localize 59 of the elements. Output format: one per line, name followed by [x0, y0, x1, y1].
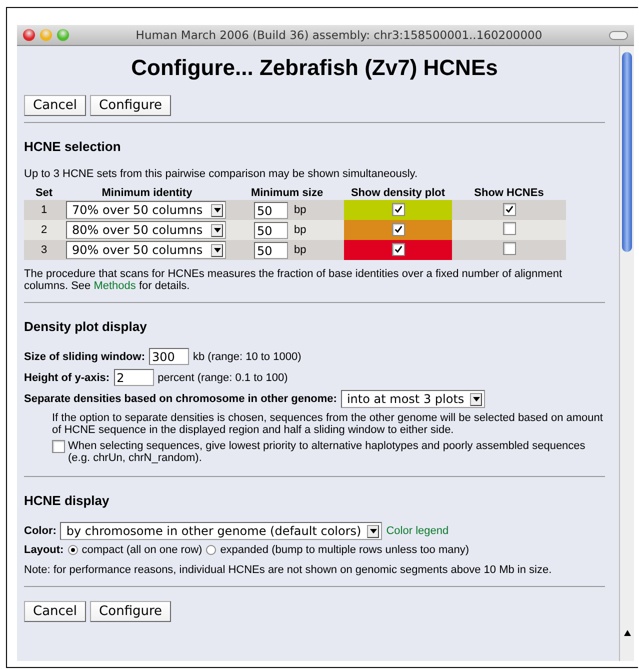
performance-note: Note: for performance reasons, individual HCNEs are not shown on genomic segments above 10 Mb in size.: [24, 564, 553, 576]
configure-button[interactable]: Configure: [90, 601, 172, 622]
field-label: Layout:: [24, 544, 64, 556]
window-title: Human March 2006 (Build 36) assembly: chr3:158500001..160200000: [134, 28, 544, 42]
cancel-button[interactable]: Cancel: [24, 601, 86, 622]
unit-label: bp: [294, 224, 306, 236]
field-label: Height of y-axis:: [24, 372, 110, 384]
column-header: Minimum size: [230, 186, 344, 200]
intro-text: Up to 3 HCNE sets from this pairwise comparison may be shown simultaneously.: [24, 168, 419, 180]
section-heading: HCNE selection: [24, 139, 122, 154]
dropdown[interactable]: 80% over 50 columns: [66, 221, 226, 239]
close-icon[interactable]: [23, 29, 35, 41]
dropdown[interactable]: by chromosome in other genome (default colors): [60, 522, 382, 540]
checkbox[interactable]: [392, 223, 404, 236]
procedure-note: The procedure that scans for HCNEs measures the fraction of base identities over a fixed number of alignment columns. See Methods for details.: [24, 268, 564, 292]
radio-button[interactable]: [206, 545, 216, 555]
toolbar-toggle-icon[interactable]: [609, 30, 628, 40]
section-heading: Density plot display: [24, 319, 148, 334]
section-heading: HCNE display: [24, 493, 110, 508]
dropdown[interactable]: into at most 3 plots: [340, 390, 486, 408]
field-label: Color:: [24, 525, 56, 537]
size-input[interactable]: 50: [254, 222, 288, 238]
range-hint: percent (range: 0.1 to 100): [158, 372, 288, 384]
checkbox[interactable]: [392, 203, 404, 216]
checkbox[interactable]: [502, 203, 516, 216]
field-label: Size of sliding window:: [24, 350, 145, 362]
window-size-input[interactable]: 300: [149, 348, 189, 365]
range-hint: kb (range: 10 to 1000): [193, 350, 302, 362]
checkbox[interactable]: [502, 242, 516, 255]
scroll-thumb[interactable]: [622, 52, 632, 252]
methods-link[interactable]: Methods: [94, 280, 136, 292]
y-axis-input[interactable]: 2: [114, 369, 154, 386]
radio-label: compact (all on one row): [82, 544, 202, 556]
set-number: 3: [24, 240, 64, 260]
checkbox[interactable]: [502, 222, 516, 235]
radio-button[interactable]: [68, 545, 78, 555]
configure-button[interactable]: Configure: [90, 95, 172, 116]
set-number: 1: [24, 200, 64, 220]
set-number: 2: [24, 220, 64, 240]
column-header: Minimum identity: [64, 186, 230, 200]
column-header: Show density plot: [344, 186, 452, 200]
page-heading: Configure... Zebrafish (Zv7) HCNEs: [130, 55, 499, 81]
scrollbar[interactable]: [619, 46, 634, 661]
checkbox[interactable]: [392, 243, 404, 256]
checkbox-label: When selecting sequences, give lowest priority to alternative haplotypes and poorly assembled sequences (e.g. chrUn, chrN_random).: [68, 440, 586, 464]
column-header: Show HCNEs: [452, 186, 566, 200]
explanation-text: If the option to separate densities is chosen, sequences from the other genome will be selected based on amount of HCNE sequence in the displayed region and half a sliding window to either side.: [51, 412, 604, 436]
checkbox[interactable]: [52, 440, 65, 453]
size-input[interactable]: 50: [254, 242, 288, 258]
unit-label: bp: [294, 204, 306, 216]
color-legend-link[interactable]: Color legend: [386, 525, 449, 537]
dropdown[interactable]: 70% over 50 columns: [66, 201, 226, 219]
unit-label: bp: [294, 244, 306, 256]
field-label: Separate densities based on chromosome in other genome:: [24, 393, 337, 405]
radio-label: expanded (bump to multiple rows unless too many): [220, 544, 470, 556]
dropdown[interactable]: 90% over 50 columns: [66, 241, 226, 259]
cancel-button[interactable]: Cancel: [24, 95, 86, 116]
column-header: Set: [24, 186, 64, 200]
size-input[interactable]: 50: [254, 202, 288, 218]
